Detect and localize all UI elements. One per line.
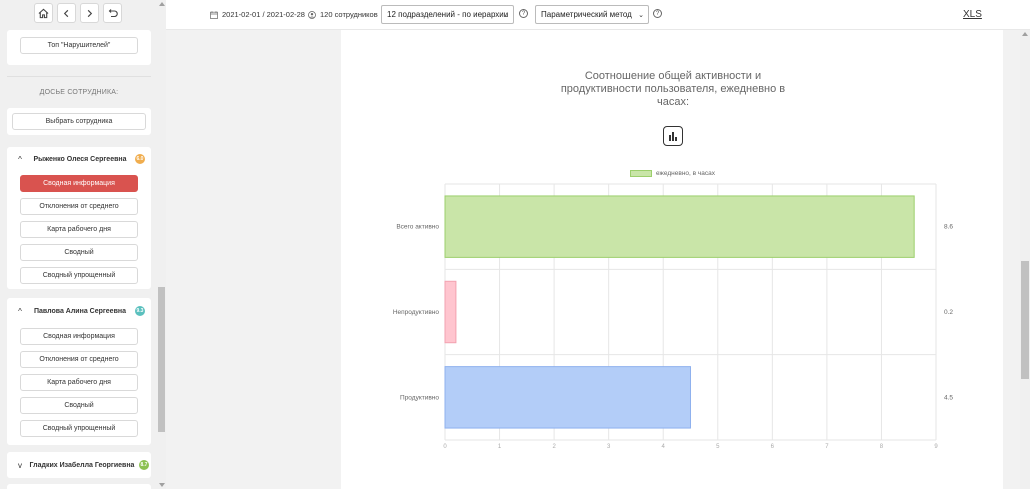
bar[interactable] xyxy=(444,195,915,258)
chevron-left-icon xyxy=(63,9,69,17)
employee-card: ^ Павлова Алина Сергеевна 9.3 Сводная ин… xyxy=(7,298,151,445)
scroll-down-icon[interactable] xyxy=(159,483,165,487)
x-tick-label: 1 xyxy=(498,444,502,448)
department-select-value: 12 подразделений - по иерархии xyxy=(387,10,509,19)
legend-label: ежедневно, в часах xyxy=(656,170,716,177)
x-tick-label: 3 xyxy=(607,444,611,448)
employee-score-badge: 9.3 xyxy=(135,306,145,316)
category-label: Всего активно xyxy=(396,224,439,231)
category-label: Продуктивно xyxy=(400,394,439,401)
employee-card: ^ Рыженко Олеся Сергеевна 6.0 Сводная ин… xyxy=(7,147,151,289)
nav-toolbar xyxy=(34,3,122,23)
data-label: 4.5 xyxy=(944,394,953,401)
employee-menu-item[interactable]: Карта рабочего дня xyxy=(20,221,138,238)
sidebar-divider xyxy=(7,76,151,77)
employee-header[interactable]: v Гладких Изабелла Георгиевна 8.7 xyxy=(15,458,149,472)
employee-menu-item[interactable]: Сводная информация xyxy=(20,328,138,345)
back-button[interactable] xyxy=(57,3,76,23)
employee-menu-item[interactable]: Отклонения от среднего xyxy=(20,198,138,215)
xls-export-link[interactable]: XLS xyxy=(963,9,982,20)
chevron-down-icon: ⌄ xyxy=(638,12,644,19)
bar[interactable] xyxy=(444,366,691,429)
top-violators-card: Топ "Нарушителей" xyxy=(7,30,151,65)
employee-card xyxy=(7,484,151,489)
employee-menu-item[interactable]: Сводный упрощенный xyxy=(20,420,138,437)
employee-header[interactable]: ^ Павлова Алина Сергеевна 9.3 xyxy=(15,304,145,318)
chart-legend[interactable]: ежедневно, в часах xyxy=(630,170,715,177)
undo-button[interactable] xyxy=(103,3,122,23)
scrollbar-thumb[interactable] xyxy=(1021,261,1029,379)
employee-menu-item[interactable]: Сводный упрощенный xyxy=(20,267,138,284)
chart-type-button[interactable] xyxy=(663,126,683,146)
date-range-text: 2021-02-01 / 2021-02-28 xyxy=(222,10,305,19)
employee-card: v Гладких Изабелла Георгиевна 8.7 xyxy=(7,452,151,478)
bar-chart-icon xyxy=(675,137,677,141)
filter-toolbar: 2021-02-01 / 2021-02-28 120 сотрудников … xyxy=(166,0,1030,30)
sidebar: Топ "Нарушителей" ДОСЬЕ СОТРУДНИКА: Выбр… xyxy=(0,0,166,489)
employee-count-text: 120 сотрудников xyxy=(320,10,378,19)
chevron-down-icon: v xyxy=(18,460,22,470)
x-tick-label: 5 xyxy=(716,444,720,448)
x-tick-label: 9 xyxy=(934,444,938,448)
help-icon[interactable]: ? xyxy=(519,9,528,18)
sidebar-scrollbar[interactable] xyxy=(157,0,166,489)
employee-count[interactable]: 120 сотрудников xyxy=(308,10,378,19)
legend-swatch xyxy=(630,170,652,177)
employee-menu-item[interactable]: Сводный xyxy=(20,244,138,261)
bar-chart-icon xyxy=(672,132,674,141)
employee-menu-item[interactable]: Отклонения от среднего xyxy=(20,351,138,368)
employee-menu-item[interactable]: Сводный xyxy=(20,397,138,414)
employee-score-badge: 8.7 xyxy=(139,460,149,470)
help-icon[interactable]: ? xyxy=(653,9,662,18)
employee-menu-item[interactable]: Сводная информация xyxy=(20,175,138,192)
scrollbar-thumb[interactable] xyxy=(158,287,165,432)
x-tick-label: 0 xyxy=(443,444,447,448)
employee-header[interactable]: ^ Рыженко Олеся Сергеевна 6.0 xyxy=(15,152,145,166)
top-violators-button[interactable]: Топ "Нарушителей" xyxy=(20,37,138,54)
x-tick-label: 8 xyxy=(880,444,884,448)
forward-button[interactable] xyxy=(80,3,99,23)
x-tick-label: 7 xyxy=(825,444,829,448)
date-range[interactable]: 2021-02-01 / 2021-02-28 xyxy=(210,10,305,19)
select-employee-card: Выбрать сотрудника xyxy=(7,108,151,135)
activity-bar-chart: 0 1 2 3 4 5 6 7 8 9 Всего активно 8.6 Непродуктивно 0… xyxy=(393,183,953,448)
dossier-section-label: ДОСЬЕ СОТРУДНИКА: xyxy=(39,89,119,96)
data-label: 8.6 xyxy=(944,224,953,231)
employee-name: Павлова Алина Сергеевна xyxy=(33,307,127,315)
select-employee-button[interactable]: Выбрать сотрудника xyxy=(12,113,146,130)
user-circle-icon xyxy=(308,10,316,19)
calendar-icon xyxy=(210,10,218,19)
chart-title: Соотношение общей активности и продуктив… xyxy=(560,70,786,108)
undo-icon xyxy=(108,9,118,18)
main-scrollbar[interactable] xyxy=(1020,30,1030,489)
bar-chart-icon xyxy=(669,135,671,141)
employee-name: Рыженко Олеся Сергеевна xyxy=(33,155,127,163)
x-tick-label: 6 xyxy=(771,444,775,448)
home-icon xyxy=(38,8,49,18)
scroll-up-icon[interactable] xyxy=(159,2,165,6)
employee-score-badge: 6.0 xyxy=(135,154,145,164)
chevron-down-icon: ⌄ xyxy=(503,12,509,19)
category-label: Непродуктивно xyxy=(393,309,440,316)
scroll-up-icon[interactable] xyxy=(1022,32,1028,36)
chevron-up-icon: ^ xyxy=(18,154,22,164)
method-select-value: Параметрический метод xyxy=(541,10,632,19)
data-label: 0.2 xyxy=(944,309,953,316)
employee-name: Гладких Изабелла Георгиевна xyxy=(29,461,135,469)
home-button[interactable] xyxy=(34,3,53,23)
method-select[interactable]: Параметрический метод ⌄ xyxy=(535,5,649,24)
x-tick-label: 2 xyxy=(552,444,556,448)
chevron-right-icon xyxy=(87,9,93,17)
bar[interactable] xyxy=(444,280,457,344)
department-select[interactable]: 12 подразделений - по иерархии ⌄ xyxy=(381,5,514,24)
employee-menu-item[interactable]: Карта рабочего дня xyxy=(20,374,138,391)
chevron-up-icon: ^ xyxy=(18,306,22,316)
x-tick-label: 4 xyxy=(662,444,666,448)
